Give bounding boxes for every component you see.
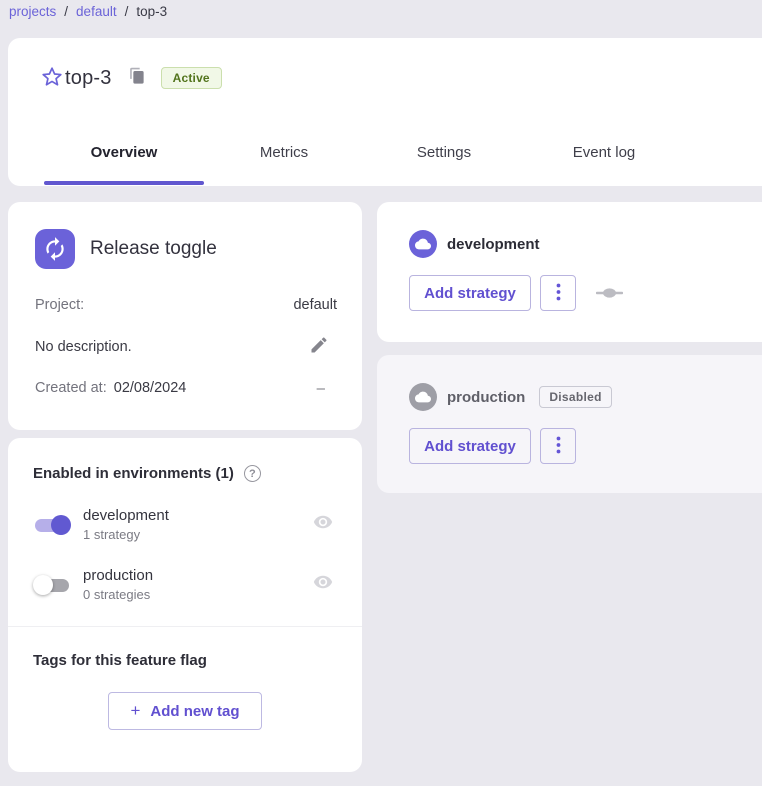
environment-info: development 1 strategy: [83, 507, 169, 542]
flag-overview-card: Release toggle Project: default No descr…: [8, 202, 362, 430]
tags-button-wrap: + Add new tag: [33, 692, 337, 730]
project-value: default: [293, 297, 337, 313]
breadcrumb: projects / default / top-3: [9, 4, 167, 19]
empty-value-dash: –: [317, 380, 337, 397]
environments-title-row: Enabled in environments (1) ?: [33, 465, 337, 482]
environment-panel-name: development: [447, 236, 540, 253]
edit-description-button[interactable]: [309, 335, 329, 358]
release-toggle-icon: [35, 229, 75, 269]
header-card: top-3 Active Overview Metrics Settings E…: [8, 38, 762, 186]
panel-actions: Add strategy: [409, 428, 762, 464]
star-icon: [40, 65, 64, 92]
environment-row-development: development 1 strategy: [33, 507, 337, 542]
main-content: Release toggle Project: default No descr…: [8, 202, 762, 772]
page-title: top-3: [65, 67, 112, 90]
description-row: No description.: [35, 335, 337, 358]
tab-event-log[interactable]: Event log: [524, 118, 684, 186]
breadcrumb-separator: /: [64, 4, 68, 19]
add-new-tag-label: Add new tag: [150, 703, 239, 720]
favorite-button[interactable]: [39, 65, 65, 91]
status-badge: Active: [161, 67, 222, 89]
project-label: Project:: [35, 297, 84, 313]
development-toggle[interactable]: [33, 514, 71, 536]
created-value: 02/08/2024: [114, 380, 187, 396]
environments-title: Enabled in environments (1): [33, 465, 234, 482]
left-column: Release toggle Project: default No descr…: [8, 202, 362, 772]
plus-icon: +: [130, 701, 140, 721]
cloud-icon: [409, 383, 437, 411]
panel-header: production Disabled: [409, 383, 762, 411]
description-text: No description.: [35, 339, 132, 355]
tab-overview[interactable]: Overview: [44, 118, 204, 186]
card-divider: [8, 626, 362, 627]
breadcrumb-separator: /: [125, 4, 129, 19]
production-toggle[interactable]: [33, 574, 71, 596]
panel-header: development: [409, 230, 762, 258]
tab-event-log-label: Event log: [573, 144, 636, 161]
copy-name-button[interactable]: [125, 66, 149, 90]
copy-icon: [127, 67, 146, 89]
pencil-icon: [309, 335, 329, 358]
created-row: Created at: 02/08/2024 –: [35, 377, 337, 399]
breadcrumb-current: top-3: [136, 4, 167, 19]
environment-menu-button[interactable]: [540, 275, 576, 311]
strategy-connector-icon: [596, 287, 623, 299]
cloud-icon: [409, 230, 437, 258]
created-label: Created at:: [35, 380, 107, 396]
breadcrumb-projects-link[interactable]: projects: [9, 4, 56, 19]
tab-settings[interactable]: Settings: [364, 118, 524, 186]
environment-name: development: [83, 507, 169, 524]
environment-info: production 0 strategies: [83, 567, 153, 602]
tab-settings-label: Settings: [417, 144, 471, 161]
environment-panel-production: production Disabled Add strategy: [377, 355, 762, 493]
feature-flag-page: projects / default / top-3 top-3 Active …: [0, 0, 762, 786]
add-strategy-button[interactable]: Add strategy: [409, 428, 531, 464]
title-row: top-3 Active: [8, 38, 762, 118]
breadcrumb-default-link[interactable]: default: [76, 4, 117, 19]
add-strategy-button[interactable]: Add strategy: [409, 275, 531, 311]
disabled-badge: Disabled: [539, 386, 611, 408]
add-new-tag-button[interactable]: + Add new tag: [108, 692, 261, 730]
project-row: Project: default: [35, 294, 337, 316]
environment-panel-development: development Add strategy: [377, 202, 762, 342]
environment-panel-name: production: [447, 389, 525, 406]
environment-row-production: production 0 strategies: [33, 567, 337, 602]
tags-section-title: Tags for this feature flag: [33, 652, 337, 669]
toggle-thumb: [51, 515, 71, 535]
environments-card: Enabled in environments (1) ? developmen…: [8, 438, 362, 772]
environment-strategy-count: 1 strategy: [83, 527, 169, 542]
tab-metrics[interactable]: Metrics: [204, 118, 364, 186]
kebab-icon: [556, 436, 561, 457]
tab-metrics-label: Metrics: [260, 144, 308, 161]
eye-icon[interactable]: [313, 572, 333, 597]
toggle-thumb: [33, 575, 53, 595]
right-column: development Add strategy: [377, 202, 762, 772]
tabs: Overview Metrics Settings Event log: [44, 118, 762, 186]
flag-type-row: Release toggle: [35, 229, 337, 269]
eye-icon[interactable]: [313, 512, 333, 537]
panel-actions: Add strategy: [409, 275, 762, 311]
flag-type-label: Release toggle: [90, 238, 217, 260]
environment-strategy-count: 0 strategies: [83, 587, 153, 602]
kebab-icon: [556, 283, 561, 304]
active-tab-indicator: [44, 181, 204, 185]
environment-name: production: [83, 567, 153, 584]
environment-menu-button[interactable]: [540, 428, 576, 464]
help-icon[interactable]: ?: [244, 465, 261, 482]
tab-overview-label: Overview: [91, 144, 158, 161]
